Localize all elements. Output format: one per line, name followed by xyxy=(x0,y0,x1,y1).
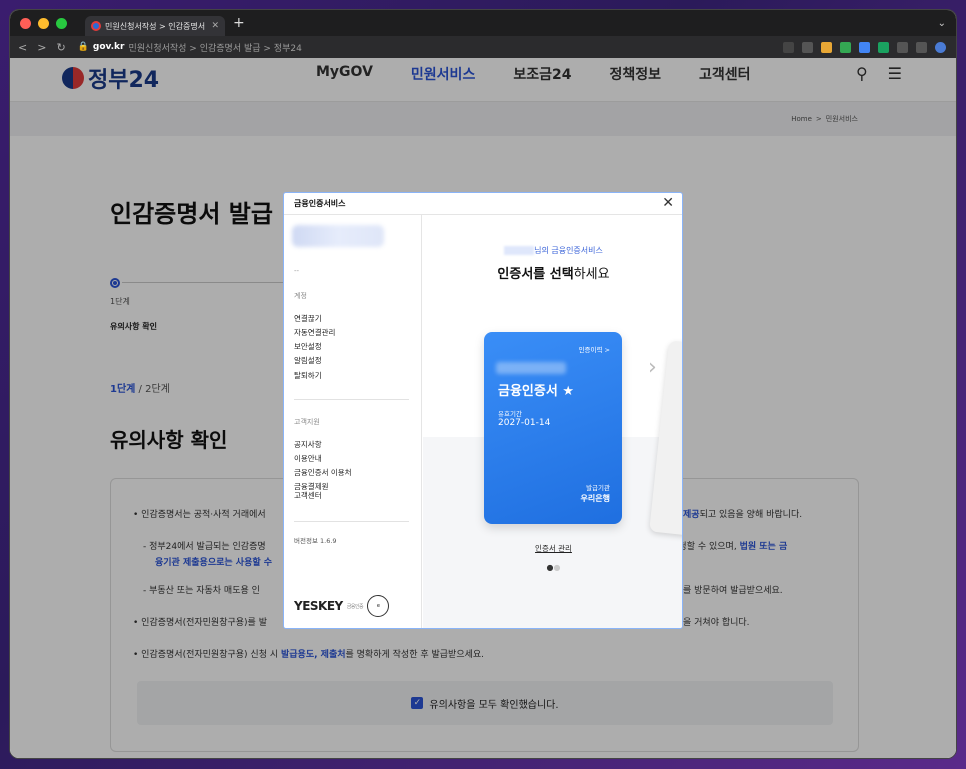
carousel-dot-active[interactable]: ● xyxy=(547,563,554,572)
translate-extension-icon[interactable] xyxy=(859,41,870,53)
cert-manage-link[interactable]: 인증서 관리 xyxy=(423,543,682,554)
select-heading: 인증서를 선택하세요 xyxy=(423,263,682,282)
menu-security[interactable]: 보안설정 xyxy=(294,341,322,352)
menu-auto-connect[interactable]: 자동연결관리 xyxy=(294,327,335,338)
cert-name: 금융인증서 ★ xyxy=(498,384,574,399)
new-tab-button[interactable]: + xyxy=(233,15,245,31)
back-button[interactable]: < xyxy=(18,41,27,54)
window-controls xyxy=(20,17,67,29)
sidebar-icon[interactable] xyxy=(916,41,927,53)
url-field[interactable]: 🔒 gov.kr 민원신청서작성 > 인감증명서 발급 > 정부24 xyxy=(78,41,302,54)
divider xyxy=(294,399,409,400)
group-support: 고객지원 xyxy=(294,418,320,426)
issuer-name: 우리은행 xyxy=(580,494,610,503)
cert-owner-blurred xyxy=(496,362,566,374)
modal-header: 금융인증서비스 xyxy=(284,193,682,215)
chevron-right-icon[interactable]: › xyxy=(648,355,657,380)
menu-usage-places[interactable]: 금융인증서 이용처 xyxy=(294,467,352,478)
valid-label: 유효기간 xyxy=(498,410,522,418)
select-heading-rest: 하세요 xyxy=(573,267,610,282)
lock-icon: 🔒 xyxy=(77,42,89,52)
forward-button[interactable]: > xyxy=(37,41,46,54)
carousel-dots: ●● xyxy=(423,563,682,572)
close-icon[interactable]: ✕ xyxy=(662,195,674,211)
cert-select-panel: 님의 금융인증서비스 인증서를 선택하세요 › 인증이력 > 금융인증서 ★ 유… xyxy=(423,215,682,628)
address-bar: < > ↻ 🔒 gov.kr 민원신청서작성 > 인감증명서 발급 > 정부24 xyxy=(10,36,956,58)
menu-kftc-center[interactable]: 금융결제원 고객센터 xyxy=(294,482,329,500)
key-icon[interactable] xyxy=(783,41,794,53)
tab-list-chevron-icon[interactable]: ⌄ xyxy=(938,18,946,29)
user-name-blurred xyxy=(292,225,384,247)
minimize-window-button[interactable] xyxy=(38,17,49,29)
url-host: gov.kr xyxy=(92,42,125,52)
carousel-dot[interactable]: ● xyxy=(554,563,561,572)
close-window-button[interactable] xyxy=(20,17,31,29)
financial-cert-modal: 금융인증서비스 ✕ -- 계정 연결끊기 자동연결관리 보안설정 알림설정 탈퇴… xyxy=(283,192,683,629)
user-subtext: -- xyxy=(294,267,300,275)
tab-title: 민원신청서작성 > 인감증명서 발급 xyxy=(105,21,207,31)
user-name-blurred xyxy=(504,246,535,255)
modal-sidebar: -- 계정 연결끊기 자동연결관리 보안설정 알림설정 탈퇴하기 고객지원 공지… xyxy=(284,215,422,628)
issuer-label: 발급기관 xyxy=(586,484,610,492)
tab-bar: 민원신청서작성 > 인감증명서 발급 ✕ + ⌄ xyxy=(10,10,956,36)
close-tab-icon[interactable]: ✕ xyxy=(211,21,219,31)
url-path: 민원신청서작성 > 인감증명서 발급 > 정부24 xyxy=(128,43,302,54)
brand-sub: 금융인증 xyxy=(346,603,364,610)
valid-date: 2027-01-14 xyxy=(498,418,551,428)
certificate-card[interactable]: 인증이력 > 금융인증서 ★ 유효기간 2027-01-14 발급기관 우리은행 xyxy=(484,332,622,524)
greeting: 님의 금융인증서비스 xyxy=(423,245,682,256)
gov24-favicon-icon xyxy=(91,21,101,31)
reload-button[interactable]: ↻ xyxy=(56,41,65,54)
extension-icon[interactable] xyxy=(821,41,832,53)
group-account: 계정 xyxy=(294,292,307,300)
download-icon[interactable] xyxy=(897,41,908,53)
menu-guide[interactable]: 이용안내 xyxy=(294,453,322,464)
menu-notification[interactable]: 알림설정 xyxy=(294,355,322,366)
menu-withdraw[interactable]: 탈퇴하기 xyxy=(294,370,322,381)
maximize-window-button[interactable] xyxy=(56,17,67,29)
shield-extension-icon[interactable] xyxy=(840,41,851,53)
brand-text: YESKEY xyxy=(294,599,343,613)
modal-title: 금융인증서비스 xyxy=(294,199,346,208)
menu-disconnect[interactable]: 연결끊기 xyxy=(294,313,322,324)
extensions-toolbar xyxy=(783,41,946,53)
share-icon[interactable] xyxy=(802,41,813,53)
trust-esign-seal-icon: e xyxy=(367,595,390,617)
menu-notices[interactable]: 공지사항 xyxy=(294,439,322,450)
sheet-extension-icon[interactable] xyxy=(878,41,889,53)
profile-avatar[interactable] xyxy=(935,41,946,53)
browser-tab[interactable]: 민원신청서작성 > 인감증명서 발급 ✕ xyxy=(85,16,225,36)
browser-window: 민원신청서작성 > 인감증명서 발급 ✕ + ⌄ < > ↻ 🔒 gov.kr … xyxy=(9,9,957,759)
greeting-suffix: 님의 금융인증서비스 xyxy=(534,246,603,255)
yeskey-logo: YESKEY 금융인증 e xyxy=(294,595,390,617)
version-info: 버전정보 1.6.9 xyxy=(294,537,337,545)
cert-history-link[interactable]: 인증이력 > xyxy=(579,344,610,354)
divider xyxy=(294,521,409,522)
select-heading-bold: 인증서를 선택 xyxy=(497,267,574,282)
